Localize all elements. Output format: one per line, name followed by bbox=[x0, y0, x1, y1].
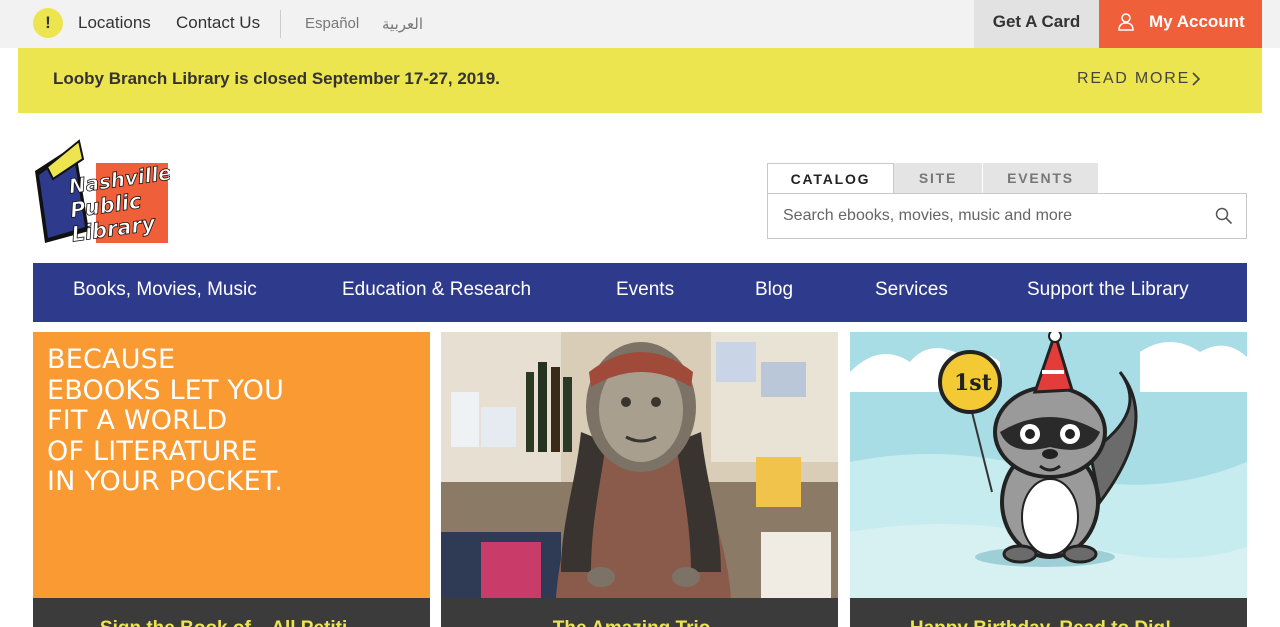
search-input[interactable] bbox=[783, 194, 1203, 238]
main-navigation: Books, Movies, Music Education & Researc… bbox=[33, 263, 1247, 322]
search-box bbox=[767, 193, 1247, 239]
ebooks-promo-image: BECAUSE EBOOKS LET YOU FIT A WORLD OF LI… bbox=[33, 332, 430, 598]
nav-blog[interactable]: Blog bbox=[755, 279, 793, 301]
raccoon-birthday-illustration: 1st bbox=[850, 332, 1247, 598]
feature-card-ebooks[interactable]: BECAUSE EBOOKS LET YOU FIT A WORLD OF LI… bbox=[33, 332, 430, 627]
nav-books-movies-music[interactable]: Books, Movies, Music bbox=[73, 279, 257, 301]
utility-bar: ! Locations Contact Us Español العربية G… bbox=[0, 0, 1280, 48]
nashville-public-library-logo[interactable]: Nashville Public Library bbox=[33, 139, 170, 246]
contact-us-link[interactable]: Contact Us bbox=[176, 13, 260, 33]
card-title[interactable]: Happy Birthday, Read to Dig!... bbox=[850, 618, 1247, 627]
feature-card-birthday[interactable]: 1st Happy Birthday, Read to Dig!... bbox=[850, 332, 1247, 627]
language-arabic-link[interactable]: العربية bbox=[382, 15, 423, 33]
utility-divider bbox=[280, 10, 281, 38]
my-account-label: My Account bbox=[1149, 12, 1245, 31]
my-account-button[interactable]: My Account bbox=[1099, 0, 1262, 48]
tab-site[interactable]: SITE bbox=[894, 163, 982, 194]
card-title[interactable]: The Amazing Trio... bbox=[441, 618, 838, 627]
feature-card-puppet[interactable]: The Amazing Trio... bbox=[441, 332, 838, 627]
alert-banner: Looby Branch Library is closed September… bbox=[18, 48, 1262, 113]
promo-line: OF LITERATURE bbox=[47, 435, 258, 467]
chevron-right-icon bbox=[1192, 72, 1201, 86]
tab-events[interactable]: EVENTS bbox=[983, 163, 1098, 194]
promo-line: IN YOUR POCKET. bbox=[47, 466, 284, 497]
alert-icon[interactable]: ! bbox=[33, 8, 63, 38]
nav-events[interactable]: Events bbox=[616, 279, 674, 301]
card-title[interactable]: Sign the Book of... All Petiti... bbox=[33, 618, 430, 627]
promo-text: BECAUSE EBOOKS LET YOU FIT A WORLD OF LI… bbox=[47, 344, 285, 498]
get-a-card-button[interactable]: Get A Card bbox=[974, 0, 1099, 48]
puppet-photo bbox=[441, 332, 838, 598]
search-icon[interactable] bbox=[1215, 207, 1233, 225]
nav-services[interactable]: Services bbox=[875, 279, 948, 301]
user-icon bbox=[1118, 13, 1134, 31]
promo-line: EBOOKS LET YOU bbox=[47, 374, 285, 406]
language-espanol-link[interactable]: Español bbox=[305, 15, 359, 32]
promo-line: FIT A WORLD bbox=[47, 405, 228, 436]
alert-message: Looby Branch Library is closed September… bbox=[53, 69, 500, 88]
balloon-text: 1st bbox=[954, 370, 993, 396]
tab-catalog[interactable]: CATALOG bbox=[767, 163, 894, 195]
nav-support-the-library[interactable]: Support the Library bbox=[1027, 279, 1189, 301]
locations-link[interactable]: Locations bbox=[78, 13, 151, 33]
promo-line: BECAUSE bbox=[47, 344, 176, 375]
nav-education-research[interactable]: Education & Research bbox=[342, 279, 531, 301]
read-more-link[interactable]: READ MORE bbox=[1077, 70, 1190, 88]
